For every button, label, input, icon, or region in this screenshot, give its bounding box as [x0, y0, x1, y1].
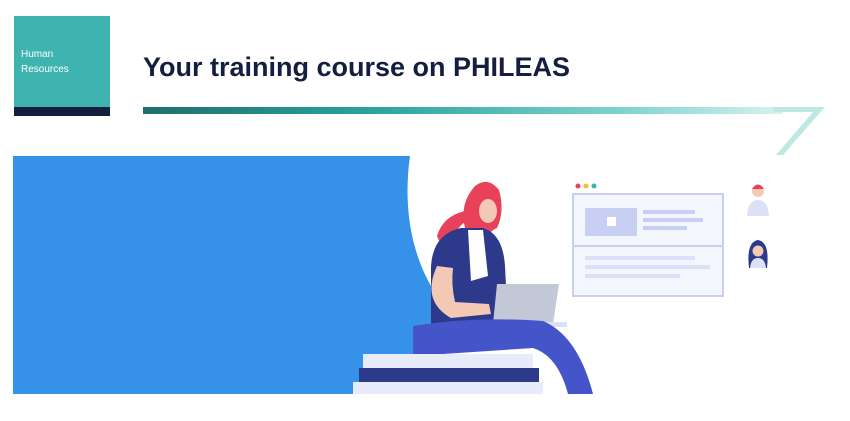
- title-gradient-rule: [143, 107, 825, 155]
- hero-illustration: [13, 156, 828, 394]
- browser-window-mockup: [572, 183, 724, 297]
- badge-label: Human Resources: [21, 47, 106, 77]
- hero-banner: [13, 156, 828, 394]
- badge-underline: [14, 107, 110, 116]
- badge-line-2: Resources: [21, 64, 69, 75]
- page-title: Your training course on PHILEAS: [143, 52, 571, 82]
- badge-line-1: Human: [21, 49, 54, 60]
- human-resources-badge: Human Resources: [14, 16, 110, 116]
